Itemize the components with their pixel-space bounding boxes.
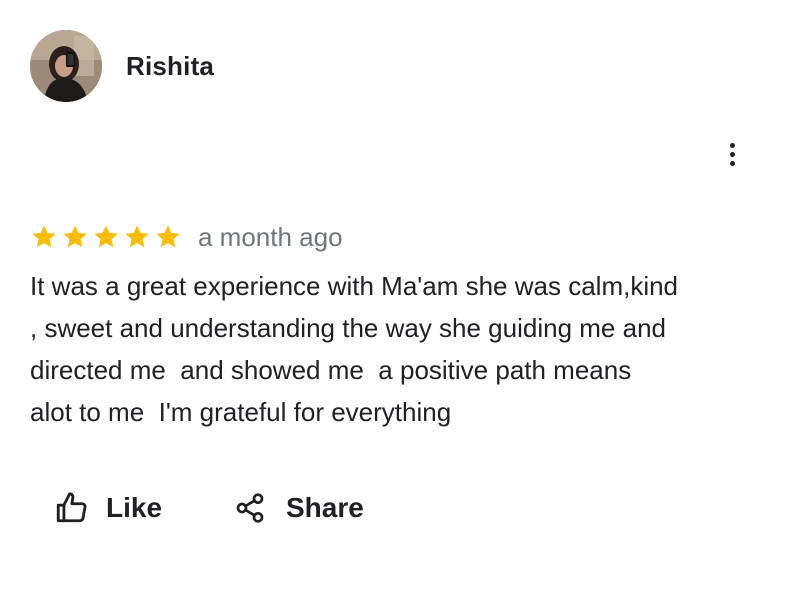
like-button[interactable]: Like xyxy=(54,488,162,528)
reviewer-name[interactable]: Rishita xyxy=(126,50,214,82)
share-button[interactable]: Share xyxy=(234,488,364,528)
profile-photo xyxy=(30,30,102,102)
reviewer-avatar[interactable] xyxy=(30,30,102,102)
review-time: a month ago xyxy=(198,222,343,252)
star-icon xyxy=(154,223,182,251)
thumb-up-icon xyxy=(54,491,88,525)
share-label: Share xyxy=(286,492,364,523)
review-text: It was a great experience with Ma'am she… xyxy=(30,271,679,427)
more-options-button[interactable] xyxy=(716,136,748,172)
share-icon xyxy=(234,491,266,525)
star-rating xyxy=(30,223,182,251)
more-vert-icon xyxy=(729,142,735,166)
star-icon xyxy=(30,223,58,251)
like-label: Like xyxy=(106,492,163,523)
rating-row: a month ago xyxy=(30,220,343,254)
star-icon xyxy=(92,223,120,251)
star-icon xyxy=(61,223,89,251)
star-icon xyxy=(123,223,151,251)
